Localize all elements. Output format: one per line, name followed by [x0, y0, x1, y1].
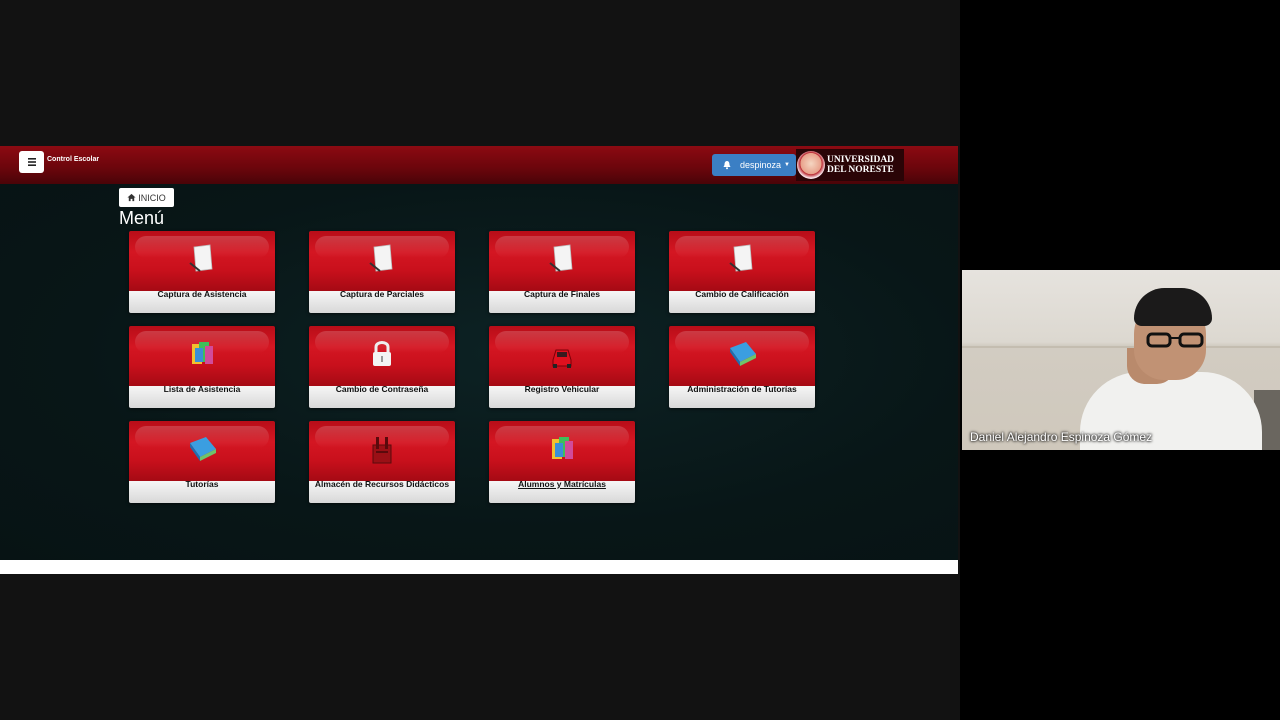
document-pen-icon [729, 244, 753, 272]
logo-line-2: DEL NORESTE [827, 165, 894, 175]
bell-icon [723, 161, 731, 170]
breadcrumb-label: INICIO [138, 192, 166, 203]
tile-label: Captura de Parciales [339, 289, 425, 299]
page-footer-strip [0, 560, 958, 574]
tile-tutorias[interactable]: Tutorías [129, 421, 275, 503]
tile-alumnos-matriculas[interactable]: Alumnos y Matrículas [489, 421, 635, 503]
tile-label: Captura de Finales [523, 289, 601, 299]
tile-registro-vehicular[interactable]: Registro Vehicular [489, 326, 635, 408]
caret-down-icon: ▼ [784, 162, 790, 168]
tile-label: Alumnos y Matrículas [518, 479, 606, 489]
tile-captura-parciales[interactable]: Captura de Parciales [309, 231, 455, 313]
tile-cambio-contrasena[interactable]: Cambio de Contraseña [309, 326, 455, 408]
tile-captura-finales[interactable]: Captura de Finales [489, 231, 635, 313]
university-seal-icon [797, 151, 825, 179]
tile-almacen-recursos[interactable]: Almacén de Recursos Didácticos [309, 421, 455, 503]
logo-line-1: UNIVERSIDAD [827, 155, 895, 165]
blue-book-icon [190, 437, 216, 461]
tile-administracion-tutorias[interactable]: Administración de Tutorías [669, 326, 815, 408]
menu-toggle-button[interactable] [19, 151, 44, 173]
username-label: despinoza [740, 160, 782, 170]
tile-cambio-calificacion[interactable]: Cambio de Calificación [669, 231, 815, 313]
main-content: INICIO Menú Captura de Asistencia Captur… [0, 184, 958, 560]
tile-lista-asistencia[interactable]: Lista de Asistencia [129, 326, 275, 408]
tools-icon [372, 437, 392, 464]
tile-captura-asistencia[interactable]: Captura de Asistencia [129, 231, 275, 313]
colored-binder-icon [552, 437, 573, 459]
user-menu-button[interactable]: despinoza ▼ [712, 154, 796, 176]
app-topbar: Control Escolar despinoza ▼ UNIVERSIDAD … [0, 146, 958, 184]
document-pen-icon [189, 244, 213, 272]
university-logo: UNIVERSIDAD DEL NORESTE [796, 149, 904, 181]
breadcrumb-home[interactable]: INICIO [119, 188, 174, 207]
tile-label: Captura de Asistencia [157, 289, 247, 299]
document-pen-icon [369, 244, 393, 272]
participant-name: Daniel Alejandro Espinoza Gómez [970, 430, 1153, 444]
red-car-icon [552, 349, 572, 368]
menu-icon [27, 158, 36, 166]
tile-label: Registro Vehicular [524, 384, 600, 394]
tile-label: Lista de Asistencia [163, 384, 241, 394]
page-title: Menú [119, 208, 165, 228]
tile-label: Cambio de Calificación [695, 289, 789, 299]
tile-label: Tutorías [185, 479, 219, 489]
tile-label: Almacén de Recursos Didácticos [314, 479, 450, 489]
home-icon [127, 193, 136, 202]
colored-binder-icon [192, 342, 213, 364]
glasses-icon [1146, 332, 1204, 348]
participant-video-tile[interactable]: Daniel Alejandro Espinoza Gómez [962, 270, 1280, 450]
meeting-window: Control Escolar despinoza ▼ UNIVERSIDAD … [0, 0, 1280, 720]
tile-label: Cambio de Contraseña [335, 384, 429, 394]
tile-label: Administración de Tutorías [687, 384, 797, 394]
padlock-icon [373, 341, 391, 366]
app-title: Control Escolar [47, 156, 100, 163]
shared-screen: Control Escolar despinoza ▼ UNIVERSIDAD … [0, 146, 958, 574]
document-pen-icon [549, 244, 573, 272]
blue-book-icon [730, 342, 756, 366]
